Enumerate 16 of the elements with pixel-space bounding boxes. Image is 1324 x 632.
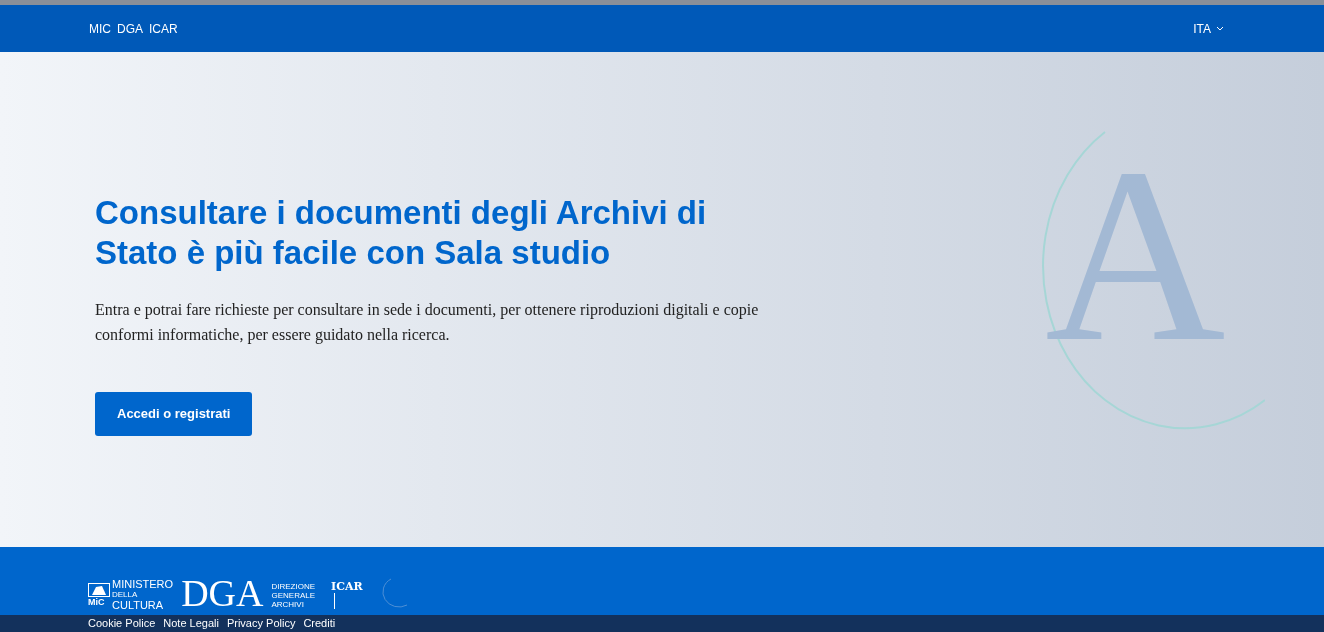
top-bar-link[interactable]: DGA <box>117 19 143 38</box>
icar-logo: ICAR <box>331 581 363 593</box>
hero-description: Entra e potrai fare richieste per consultare in sede i documenti, per ottenere riproduzioni digitali e copie conformi informatiche, per essere guidato nella ricerca. <box>95 300 760 346</box>
dga-logo-caption: DIREZIONE GENERALE ARCHIVI <box>271 582 316 609</box>
footer-link[interactable]: Crediti <box>303 615 336 632</box>
hero-title: Consultare i documenti degli Archivi di Stato è più facile con Sala studio <box>95 193 708 273</box>
dga-logo: DGA <box>181 575 264 611</box>
ministry-logo: MiC MINISTERO DELLA CULTURA <box>88 578 174 611</box>
top-bar-link[interactable]: ICAR <box>149 19 178 38</box>
chevron-down-icon <box>1216 26 1224 31</box>
top-bar-link[interactable]: MIC <box>89 19 111 38</box>
footer-link[interactable]: Privacy Policy <box>226 615 296 632</box>
footer-link[interactable]: Note Legali <box>163 615 219 632</box>
login-button[interactable]: Accedi o registrati <box>95 392 253 436</box>
language-selector[interactable]: ITA <box>1193 19 1224 38</box>
footer-link[interactable]: Cookie Police <box>88 615 156 632</box>
